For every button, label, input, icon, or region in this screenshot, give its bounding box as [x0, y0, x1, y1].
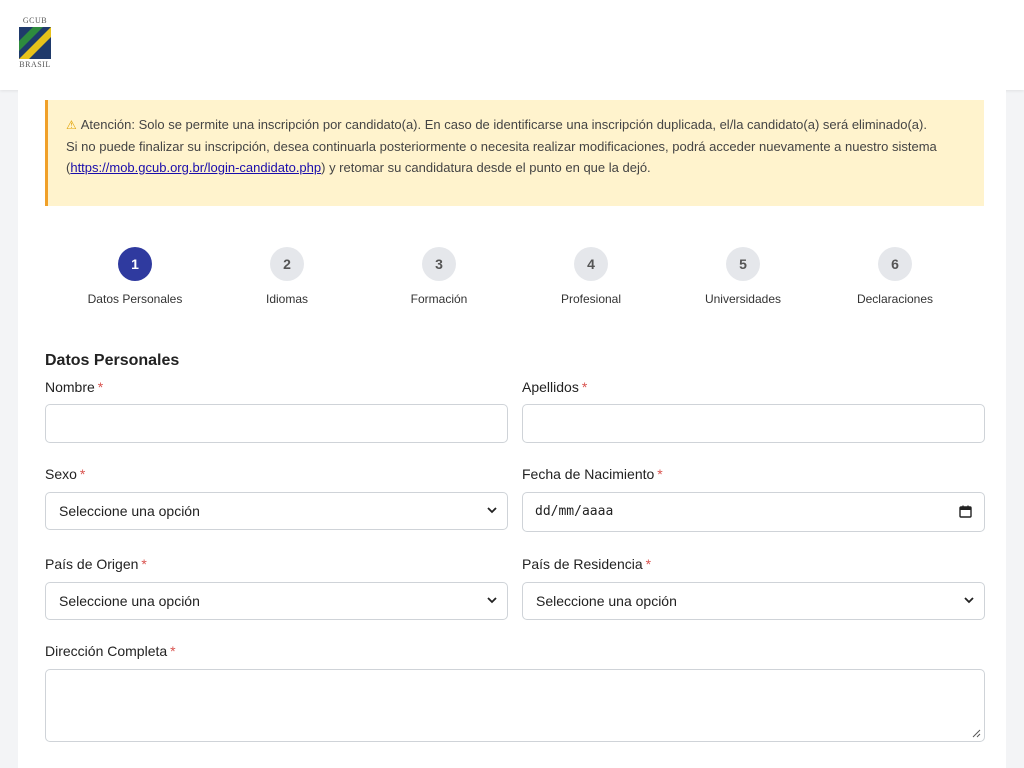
required-mark: * — [97, 379, 104, 395]
required-mark: * — [657, 466, 663, 482]
nombre-label-text: Nombre — [45, 379, 95, 395]
step-universidades[interactable]: 5 Universidades — [673, 247, 813, 306]
date-placeholder: dd/mm/aaaa — [535, 504, 614, 519]
sexo-select-value: Seleccione una opción — [59, 503, 200, 519]
direccion-textarea[interactable] — [45, 669, 985, 742]
apellidos-input[interactable] — [522, 404, 985, 443]
gcub-logo[interactable]: GCUB BRASIL — [18, 16, 52, 70]
pais-origen-label: País de Origen * — [45, 556, 147, 572]
apellidos-label: Apellidos * — [522, 379, 587, 395]
alert-line-2: Si no puede finalizar su inscripción, de… — [66, 136, 968, 178]
sexo-select[interactable]: Seleccione una opción — [45, 492, 508, 530]
step-formacion[interactable]: 3 Formación — [369, 247, 509, 306]
step-number: 2 — [270, 247, 304, 281]
sexo-label: Sexo * — [45, 466, 85, 482]
section-title: Datos Personales — [45, 352, 180, 369]
alert-line-1: ⚠ Atención: Solo se permite una inscripci… — [66, 114, 968, 136]
step-number: 5 — [726, 247, 760, 281]
required-mark: * — [170, 643, 176, 659]
step-number: 1 — [118, 247, 152, 281]
fecha-label: Fecha de Nacimiento * — [522, 466, 663, 482]
nombre-input[interactable] — [45, 404, 508, 443]
stepper: 1 Datos Personales 2 Idiomas 3 Formación… — [18, 247, 1006, 317]
pais-origen-select[interactable]: Seleccione una opción — [45, 582, 508, 620]
pais-residencia-label: País de Residencia * — [522, 556, 651, 572]
resize-grip-icon[interactable] — [972, 729, 981, 738]
top-bar: GCUB BRASIL — [0, 0, 1024, 90]
step-label: Formación — [410, 292, 468, 306]
pais-residencia-select-value: Seleccione una opción — [536, 593, 677, 609]
required-mark: * — [79, 466, 86, 482]
step-idiomas[interactable]: 2 Idiomas — [217, 247, 357, 306]
logo-bottom-text: BRASIL — [19, 60, 51, 69]
pais-origen-label-text: País de Origen — [45, 556, 139, 572]
step-profesional[interactable]: 4 Profesional — [521, 247, 661, 306]
chevron-down-icon — [487, 597, 497, 604]
required-mark: * — [581, 379, 588, 395]
pais-residencia-select[interactable]: Seleccione una opción — [522, 582, 985, 620]
fecha-nacimiento-input[interactable]: dd/mm/aaaa — [522, 492, 985, 532]
form-card: ⚠ Atención: Solo se permite una inscripci… — [18, 90, 1006, 768]
alert-banner: ⚠ Atención: Solo se permite una inscripci… — [45, 100, 984, 206]
required-mark: * — [645, 556, 652, 572]
step-label: Idiomas — [265, 292, 309, 306]
step-datos-personales[interactable]: 1 Datos Personales — [65, 247, 205, 306]
login-link[interactable]: https://mob.gcub.org.br/login-candidato.… — [70, 160, 321, 175]
direccion-label: Dirección Completa * — [45, 643, 176, 659]
logo-top-text: GCUB — [22, 16, 48, 25]
sexo-label-text: Sexo — [45, 466, 77, 482]
step-label: Universidades — [704, 292, 782, 306]
alert-text-2-suffix: ) y retomar su candidatura desde el punt… — [321, 160, 651, 175]
step-number: 3 — [422, 247, 456, 281]
calendar-icon[interactable] — [959, 505, 972, 518]
alert-text-1: Atención: Solo se permite una inscripció… — [80, 117, 927, 132]
step-number: 6 — [878, 247, 912, 281]
chevron-down-icon — [964, 597, 974, 604]
step-label: Profesional — [560, 292, 622, 306]
pais-residencia-label-text: País de Residencia — [522, 556, 643, 572]
step-label: Declaraciones — [856, 292, 934, 306]
chevron-down-icon — [487, 507, 497, 514]
direccion-label-text: Dirección Completa — [45, 643, 168, 659]
apellidos-label-text: Apellidos — [522, 379, 579, 395]
step-declaraciones[interactable]: 6 Declaraciones — [825, 247, 965, 306]
required-mark: * — [141, 556, 147, 572]
nombre-label: Nombre * — [45, 379, 103, 395]
fecha-label-text: Fecha de Nacimiento — [522, 466, 655, 482]
step-label: Datos Personales — [87, 292, 183, 306]
step-number: 4 — [574, 247, 608, 281]
pais-origen-select-value: Seleccione una opción — [59, 593, 200, 609]
warning-icon: ⚠ — [66, 118, 77, 132]
logo-mark-icon — [19, 27, 51, 59]
